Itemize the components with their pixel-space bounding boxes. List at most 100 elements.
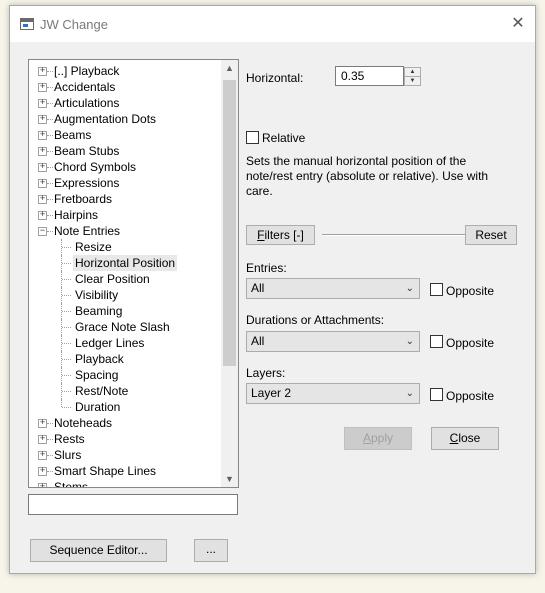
tree-connector: [62, 247, 71, 248]
tree-subitem[interactable]: Horizontal Position: [29, 255, 219, 271]
tree-item[interactable]: + Stems: [29, 479, 219, 487]
expand-icon[interactable]: +: [38, 114, 47, 124]
filters-toggle-button[interactable]: Filters [-]: [246, 225, 315, 245]
close-window-icon[interactable]: ✕: [501, 6, 535, 42]
entries-select[interactable]: All ⌄: [246, 278, 420, 299]
expand-icon[interactable]: +: [38, 194, 47, 204]
tree-item[interactable]: + Expressions: [29, 175, 219, 191]
scroll-down-icon[interactable]: ▼: [221, 471, 238, 487]
horizontal-label: Horizontal:: [246, 71, 304, 85]
tree-connector: [47, 455, 53, 456]
relative-checkbox[interactable]: [246, 131, 259, 144]
tree-connector: [47, 103, 53, 104]
tree-connector: [62, 407, 71, 408]
tree-item[interactable]: + Augmentation Dots: [29, 111, 219, 127]
tree-subitem[interactable]: Resize: [29, 239, 219, 255]
tree-item[interactable]: + Hairpins: [29, 207, 219, 223]
spin-down-icon[interactable]: ▼: [404, 76, 421, 86]
tree-item[interactable]: + Smart Shape Lines: [29, 463, 219, 479]
expand-icon[interactable]: +: [38, 482, 47, 487]
commands-tree[interactable]: + [..] Playback + Accidentals + Articulations…: [28, 59, 239, 488]
tree-subitem-label: Duration: [75, 400, 121, 414]
tree-item-label: Beams: [54, 128, 92, 142]
expand-icon[interactable]: +: [38, 434, 47, 444]
durations-label: Durations or Attachments:: [246, 313, 385, 327]
minus-glyph: −: [39, 225, 46, 235]
entries-label: Entries:: [246, 261, 287, 275]
tree-subitem[interactable]: Ledger Lines: [29, 335, 219, 351]
layers-opposite-checkbox[interactable]: [430, 388, 443, 401]
expand-icon[interactable]: +: [38, 177, 47, 188]
tree-item[interactable]: + Fretboards: [29, 191, 219, 207]
tree-item[interactable]: + Accidentals: [29, 79, 219, 95]
tree-connector: [62, 295, 71, 296]
tree-item[interactable]: + Beams: [29, 127, 219, 143]
expand-icon[interactable]: +: [38, 210, 47, 220]
tree-item-label: Smart Shape Lines: [54, 464, 157, 478]
tree-connector: [47, 71, 53, 72]
tree-item[interactable]: + Articulations: [29, 95, 219, 111]
tree-item[interactable]: + Beam Stubs: [29, 143, 219, 159]
sequence-editor-button[interactable]: Sequence Editor...: [30, 539, 167, 562]
expand-icon[interactable]: +: [38, 130, 47, 140]
entries-opposite-label: Opposite: [446, 284, 495, 298]
filters-label: ilters [-]: [264, 228, 304, 242]
expand-icon[interactable]: +: [38, 418, 47, 428]
expand-icon[interactable]: +: [38, 98, 47, 108]
tree-connector: [62, 375, 71, 376]
app-window-icon: [20, 18, 34, 30]
collapse-icon[interactable]: −: [38, 225, 47, 236]
tree-subitem[interactable]: Clear Position: [29, 271, 219, 287]
tree-item[interactable]: + Chord Symbols: [29, 159, 219, 175]
tree-connector: [62, 263, 71, 264]
tree-item-label: Beam Stubs: [54, 144, 120, 158]
scroll-up-icon[interactable]: ▲: [221, 60, 238, 76]
expand-icon[interactable]: +: [38, 82, 47, 92]
chevron-down-icon: ⌄: [405, 388, 414, 399]
horizontal-value-input[interactable]: 0.35: [335, 66, 404, 86]
expand-icon[interactable]: +: [38, 450, 47, 460]
expand-icon[interactable]: +: [38, 66, 47, 76]
durations-select[interactable]: All ⌄: [246, 331, 420, 352]
tree-search-input[interactable]: [28, 494, 238, 515]
chevron-down-icon: ⌄: [405, 336, 414, 347]
more-options-button[interactable]: ...: [194, 539, 228, 562]
tree-item[interactable]: + Rests: [29, 431, 219, 447]
tree-subitem[interactable]: Rest/Note: [29, 383, 219, 399]
tree-connector: [47, 471, 53, 472]
entries-opposite-checkbox[interactable]: [430, 283, 443, 296]
tree-subitem[interactable]: Visibility: [29, 287, 219, 303]
title-bar: JW Change ✕: [10, 6, 535, 42]
close-button[interactable]: Close: [431, 427, 499, 450]
tree-connector: [47, 439, 53, 440]
tree-connector: [62, 311, 71, 312]
tree-vertical-scrollbar[interactable]: ▲ ▼: [221, 60, 238, 487]
tree-item-label: Expressions: [54, 176, 120, 190]
tree-item[interactable]: + Slurs: [29, 447, 219, 463]
expand-icon[interactable]: +: [38, 162, 47, 172]
expand-icon[interactable]: +: [38, 146, 47, 156]
tree-connector: [47, 151, 53, 152]
tree-subitem[interactable]: Duration: [29, 399, 219, 415]
tree-subitem-label: Ledger Lines: [75, 336, 145, 350]
entries-selected-value: All: [251, 281, 265, 295]
tree-subitem[interactable]: Playback: [29, 351, 219, 367]
plus-glyph: +: [39, 177, 46, 187]
apply-button[interactable]: Apply: [344, 427, 412, 450]
durations-opposite-checkbox[interactable]: [430, 335, 443, 348]
tree-subitem[interactable]: Spacing: [29, 367, 219, 383]
tree-connector: [47, 199, 53, 200]
tree-item[interactable]: + [..] Playback: [29, 63, 219, 79]
tree-subitem-label: Spacing: [75, 368, 119, 382]
scrollbar-thumb[interactable]: [223, 80, 236, 366]
tree-item[interactable]: + Noteheads: [29, 415, 219, 431]
tree-item-label: Articulations: [54, 96, 120, 110]
tree-subitem-label-selected: Horizontal Position: [73, 255, 178, 271]
horizontal-spinner[interactable]: ▲ ▼: [404, 67, 421, 86]
layers-select[interactable]: Layer 2 ⌄: [246, 383, 420, 404]
tree-item[interactable]: − Note Entries: [29, 223, 219, 239]
tree-subitem[interactable]: Beaming: [29, 303, 219, 319]
tree-subitem[interactable]: Grace Note Slash: [29, 319, 219, 335]
reset-button[interactable]: Reset: [465, 225, 517, 245]
expand-icon[interactable]: +: [38, 466, 47, 476]
